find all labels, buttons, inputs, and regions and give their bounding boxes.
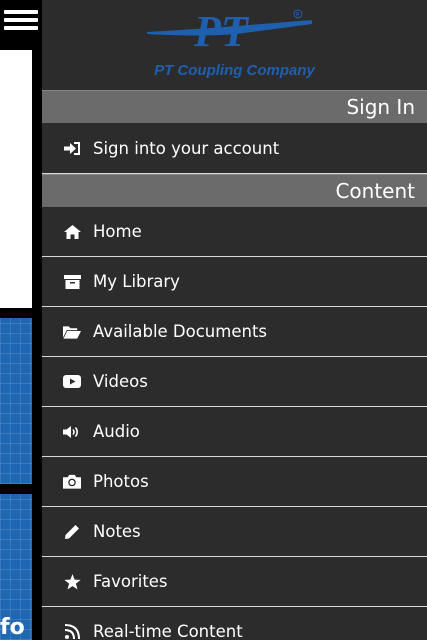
menu-item-favorites[interactable]: Favorites <box>42 557 427 607</box>
menu-item-label: Favorites <box>93 572 168 591</box>
background-page: fo <box>0 0 42 640</box>
company-logo: PT R PT Coupling Company <box>42 0 427 90</box>
menu-item-real-time-content[interactable]: Real-time Content <box>42 607 427 640</box>
sign-in-icon <box>63 140 81 156</box>
menu-item-label: Videos <box>93 372 148 391</box>
pencil-icon <box>63 524 81 540</box>
menu-item-sign-in[interactable]: Sign into your account <box>42 123 427 174</box>
video-play-icon <box>63 374 81 390</box>
svg-text:PT: PT <box>193 7 250 56</box>
speaker-icon <box>63 424 81 440</box>
background-tile <box>0 318 32 484</box>
section-header-sign-in: Sign In <box>42 90 427 123</box>
section-header-content: Content <box>42 174 427 207</box>
star-icon <box>63 573 81 590</box>
menu-item-label: Photos <box>93 472 149 491</box>
navigation-drawer: PT R PT Coupling Company Sign In Sign in… <box>42 0 427 640</box>
company-name: PT Coupling Company <box>154 62 315 79</box>
menu-item-label: My Library <box>93 272 180 291</box>
menu-item-notes[interactable]: Notes <box>42 507 427 557</box>
menu-item-my-library[interactable]: My Library <box>42 257 427 307</box>
menu-item-label: Sign into your account <box>93 138 280 158</box>
menu-item-photos[interactable]: Photos <box>42 457 427 507</box>
menu-item-home[interactable]: Home <box>42 207 427 257</box>
menu-item-label: Real-time Content <box>93 622 243 640</box>
rss-icon <box>63 624 81 640</box>
menu-item-label: Home <box>93 222 142 241</box>
pt-logo-mark: PT R <box>147 7 312 56</box>
hamburger-menu-icon[interactable] <box>4 6 38 38</box>
menu-item-label: Audio <box>93 422 140 441</box>
folder-open-icon <box>63 324 81 340</box>
background-text: fo <box>0 615 25 640</box>
background-panel <box>0 50 32 308</box>
menu-item-audio[interactable]: Audio <box>42 407 427 457</box>
menu-item-available-documents[interactable]: Available Documents <box>42 307 427 357</box>
camera-icon <box>63 474 81 490</box>
svg-text:R: R <box>296 12 300 19</box>
archive-icon <box>63 274 81 290</box>
menu-item-videos[interactable]: Videos <box>42 357 427 407</box>
menu-item-label: Notes <box>93 522 141 541</box>
menu-item-label: Available Documents <box>93 322 268 341</box>
home-icon <box>63 224 81 240</box>
